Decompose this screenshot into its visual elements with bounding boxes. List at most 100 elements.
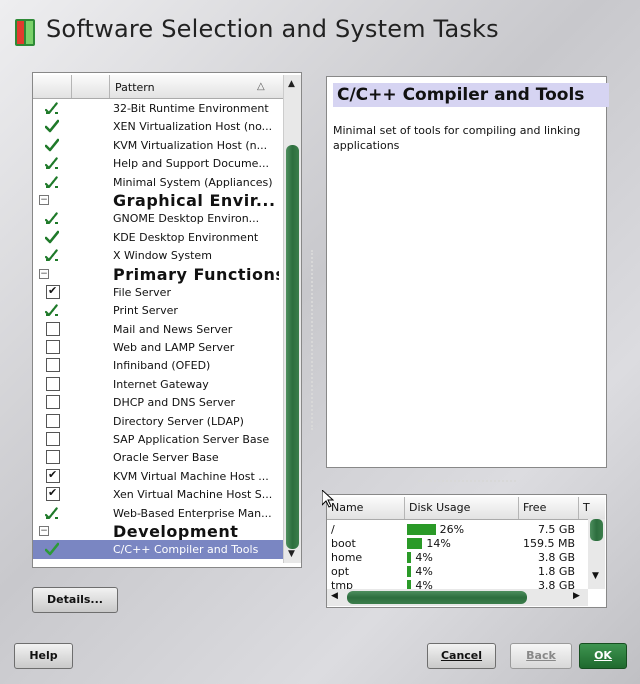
disk-usage-row[interactable]: boot 14% 159.5 MB [327,537,587,550]
scroll-down-arrow-icon[interactable]: ▼ [288,549,295,559]
auto-selected-check-icon[interactable] [45,175,59,189]
scrollbar-thumb[interactable] [590,519,603,541]
disk-usage-table[interactable]: Name Disk Usage Free T / 26% 7.5 GB boot 14%… [326,494,607,608]
pattern-list-scrollbar[interactable]: ▲ ▼ [283,75,301,563]
mount-point-name: opt [331,565,350,578]
pattern-group-row[interactable]: − Development [33,522,283,541]
pattern-checkbox[interactable] [46,321,60,336]
disk-usage-bar [407,538,423,549]
pattern-checkbox[interactable] [46,468,60,483]
pattern-label: Xen Virtual Machine Host S... [113,488,273,502]
pattern-row[interactable]: Web and LAMP Server [33,338,283,356]
auto-selected-check-icon[interactable] [45,101,59,115]
pattern-row[interactable]: Help and Support Docume... [33,154,283,172]
pattern-label: DHCP and DNS Server [113,396,235,410]
pattern-label: XEN Virtualization Host (no... [113,120,273,134]
disk-horizontal-scrollbar[interactable]: ◀ ▶ [327,589,588,606]
disk-vertical-scrollbar[interactable]: ▼ [588,519,605,589]
pattern-row[interactable]: XEN Virtualization Host (no... [33,117,283,135]
install-check-icon[interactable] [45,119,59,133]
pattern-row[interactable]: File Server [33,283,283,301]
disk-usage-percent: 14% [426,537,451,550]
pattern-checkbox[interactable] [46,358,60,373]
disk-usage-row[interactable]: / 26% 7.5 GB [327,523,587,536]
pattern-label: File Server [113,285,171,299]
pattern-label: Oracle Server Base [113,451,219,465]
vertical-splitter[interactable] [311,250,315,430]
back-button-label: Back [526,649,556,662]
scrollbar-thumb[interactable] [286,145,299,549]
pattern-checkbox[interactable] [46,284,60,299]
pattern-row[interactable]: KVM Virtualization Host (n... [33,136,283,154]
auto-selected-check-icon[interactable] [45,248,59,262]
name-column-header[interactable]: Name [327,497,405,519]
pattern-checkbox[interactable] [46,432,60,447]
ok-button[interactable]: OK [579,643,627,669]
pattern-checkbox[interactable] [46,450,60,465]
scroll-left-arrow-icon[interactable]: ◀ [331,591,338,601]
install-check-icon[interactable] [45,542,59,556]
pattern-label: C/C++ Compiler and Tools [113,543,259,557]
ok-button-label: OK [594,649,612,662]
auto-selected-check-icon[interactable] [45,211,59,225]
auto-selected-check-icon[interactable] [45,156,59,170]
disk-usage-row[interactable]: opt 4% 1.8 GB [327,565,587,578]
pattern-row[interactable]: KVM Virtual Machine Host ... [33,467,283,485]
icon-column-header[interactable] [71,75,110,98]
pattern-row[interactable]: C/C++ Compiler and Tools [33,540,283,559]
free-space: 159.5 MB [522,537,575,550]
pattern-row[interactable]: X Window System [33,246,283,264]
details-button[interactable]: Details... [32,587,118,613]
status-column-header[interactable] [33,75,72,98]
pattern-row[interactable]: DHCP and DNS Server [33,393,283,411]
pattern-row[interactable]: GNOME Desktop Environ... [33,209,283,227]
pattern-checkbox[interactable] [46,395,60,410]
disk-usage-header: Name Disk Usage Free T [327,497,605,520]
total-column-header[interactable]: T [579,497,605,519]
pattern-group-row[interactable]: − Primary Functions [33,265,283,284]
free-column-header[interactable]: Free [519,497,579,519]
help-button-label: Help [29,649,58,662]
auto-selected-check-icon[interactable] [45,303,59,317]
pattern-checkbox[interactable] [46,340,60,355]
pattern-group-row[interactable]: − Graphical Envir... [33,190,283,210]
scrollbar-thumb[interactable] [347,591,527,604]
pattern-row[interactable]: 32-Bit Runtime Environment [33,99,283,117]
pattern-row[interactable]: Print Server [33,301,283,319]
pattern-checkbox[interactable] [46,413,60,428]
collapse-icon[interactable]: − [39,268,49,279]
disk-usage-row[interactable]: home 4% 3.8 GB [327,551,587,564]
pattern-row[interactable]: KDE Desktop Environment [33,228,283,246]
install-check-icon[interactable] [45,230,59,244]
scroll-right-arrow-icon[interactable]: ▶ [573,591,580,601]
pattern-row[interactable]: Web-Based Enterprise Man... [33,504,283,522]
pattern-list[interactable]: Pattern △ 32-Bit Runtime Environment XEN … [32,72,302,568]
pattern-row[interactable]: Mail and News Server [33,320,283,338]
scroll-up-arrow-icon[interactable]: ▲ [288,79,295,89]
disk-usage-percent: 4% [415,551,433,564]
collapse-icon[interactable]: − [39,194,49,205]
pattern-group-label: Graphical Envir... [113,190,276,210]
pattern-row[interactable]: Infiniband (OFED) [33,356,283,374]
pattern-row[interactable]: Oracle Server Base [33,448,283,466]
auto-selected-check-icon[interactable] [45,506,59,520]
collapse-icon[interactable]: − [39,525,49,536]
disk-usage-column-header[interactable]: Disk Usage [405,497,519,519]
sort-ascending-icon[interactable]: △ [257,81,265,92]
pattern-checkbox[interactable] [46,376,60,391]
pattern-row[interactable]: Xen Virtual Machine Host S... [33,485,283,503]
pattern-row[interactable]: Directory Server (LDAP) [33,412,283,430]
description-panel: C/C++ Compiler and Tools Minimal set of … [326,76,609,468]
install-check-icon[interactable] [45,138,59,152]
free-space: 3.8 GB [537,551,575,564]
scroll-down-arrow-icon[interactable]: ▼ [592,571,599,581]
pattern-label: Directory Server (LDAP) [113,414,244,428]
pattern-row[interactable]: Internet Gateway [33,375,283,393]
horizontal-splitter[interactable] [418,480,516,482]
back-button[interactable]: Back [510,643,572,669]
pattern-checkbox[interactable] [46,486,60,502]
help-button[interactable]: Help [14,643,73,669]
pattern-row[interactable]: Minimal System (Appliances) [33,173,283,191]
pattern-row[interactable]: SAP Application Server Base [33,430,283,448]
cancel-button[interactable]: Cancel [427,643,496,669]
